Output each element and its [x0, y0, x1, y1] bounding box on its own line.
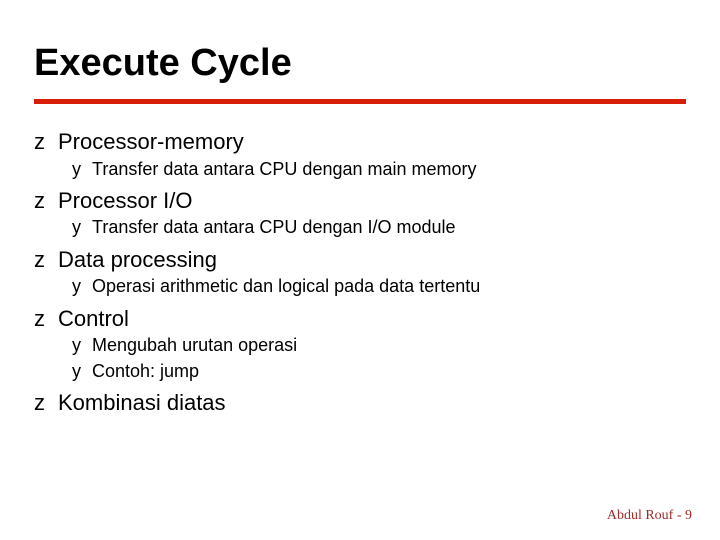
bullet-icon: z [34, 305, 58, 333]
subbullet-arithmetic-logical: yOperasi arithmetic dan logical pada dat… [72, 275, 686, 298]
bullet-text: Mengubah urutan operasi [92, 335, 297, 355]
slide: Execute Cycle zProcessor-memory yTransfe… [0, 0, 720, 540]
bullet-text: Transfer data antara CPU dengan main mem… [92, 159, 477, 179]
subbullet-change-order: yMengubah urutan operasi [72, 334, 686, 357]
subbullet-transfer-io-module: yTransfer data antara CPU dengan I/O mod… [72, 216, 686, 239]
subbullet-transfer-main-memory: yTransfer data antara CPU dengan main me… [72, 158, 686, 181]
bullet-text: Control [58, 306, 129, 331]
bullet-icon: y [72, 334, 92, 357]
slide-body: zProcessor-memory yTransfer data antara … [0, 104, 720, 416]
bullet-processor-io: zProcessor I/O [34, 187, 686, 215]
bullet-icon: y [72, 216, 92, 239]
bullet-text: Transfer data antara CPU dengan I/O modu… [92, 217, 456, 237]
slide-title: Execute Cycle [34, 42, 720, 85]
slide-footer: Abdul Rouf - 9 [607, 508, 692, 524]
bullet-processor-memory: zProcessor-memory [34, 128, 686, 156]
bullet-combination: zKombinasi diatas [34, 389, 686, 417]
bullet-text: Contoh: jump [92, 361, 199, 381]
bullet-icon: z [34, 389, 58, 417]
bullet-icon: z [34, 246, 58, 274]
bullet-icon: y [72, 275, 92, 298]
bullet-icon: z [34, 187, 58, 215]
bullet-icon: z [34, 128, 58, 156]
bullet-text: Processor I/O [58, 188, 192, 213]
subbullet-example-jump: yContoh: jump [72, 360, 686, 383]
bullet-text: Kombinasi diatas [58, 390, 226, 415]
bullet-text: Operasi arithmetic dan logical pada data… [92, 276, 480, 296]
bullet-text: Data processing [58, 247, 217, 272]
bullet-icon: y [72, 360, 92, 383]
bullet-icon: y [72, 158, 92, 181]
title-area: Execute Cycle [0, 0, 720, 85]
bullet-text: Processor-memory [58, 129, 244, 154]
bullet-data-processing: zData processing [34, 246, 686, 274]
bullet-control: zControl [34, 305, 686, 333]
